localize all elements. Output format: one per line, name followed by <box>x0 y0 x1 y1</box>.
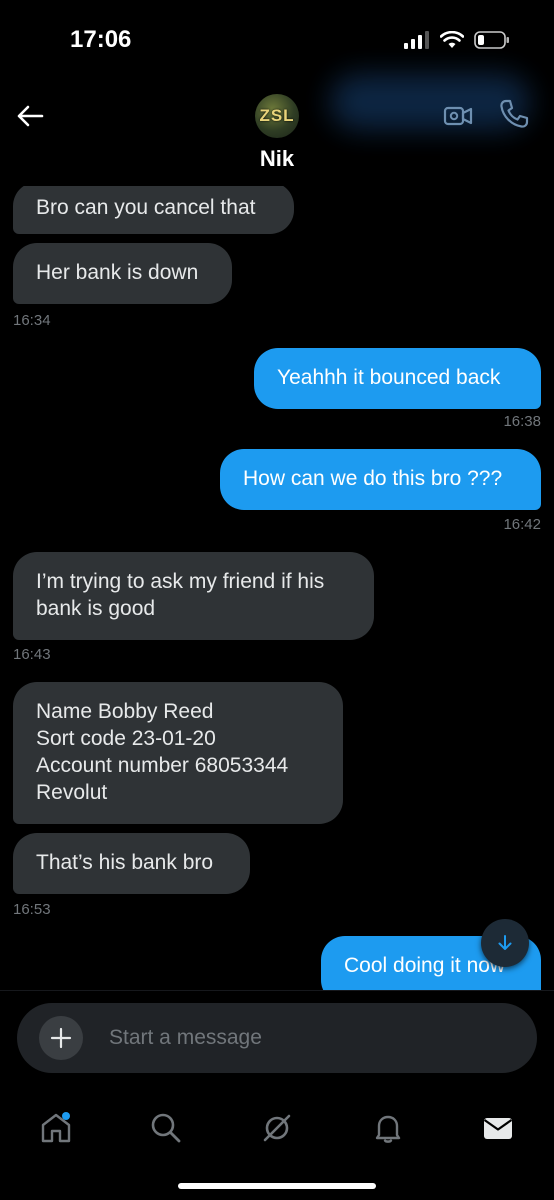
message-line: Sort code 23-01-20 <box>36 727 216 750</box>
arrow-left-icon <box>17 105 44 127</box>
message-text: Bro can you cancel that <box>36 196 256 219</box>
status-bar: 17:06 <box>0 0 554 80</box>
message-line: I’m trying to ask my friend if his <box>36 570 325 593</box>
message-input[interactable] <box>109 1023 449 1053</box>
signal-icon <box>404 31 429 49</box>
status-time: 17:06 <box>70 26 132 53</box>
bell-icon <box>375 1115 401 1143</box>
home-icon <box>41 1112 71 1143</box>
envelope-icon <box>483 1118 513 1139</box>
message-timestamp: 16:38 <box>503 413 541 430</box>
phone-icon <box>500 99 529 128</box>
message-bubble-received[interactable]: That’s his bank bro <box>13 833 250 894</box>
message-text: Cool doing it now <box>344 954 506 977</box>
message-bubble-received[interactable]: Name Bobby Reed Sort code 23-01-20 Accou… <box>13 682 343 824</box>
wifi-icon <box>440 31 464 48</box>
voice-waveform-icon <box>483 1025 511 1053</box>
voice-call-button[interactable] <box>498 98 530 130</box>
battery-icon <box>474 31 509 49</box>
message-text: How can we do this bro ??? <box>243 467 503 490</box>
status-icons <box>404 31 510 49</box>
message-line: bank is good <box>36 597 156 620</box>
grok-icon <box>263 1114 291 1142</box>
composer-area <box>0 990 554 1087</box>
message-bubble-sent[interactable]: Yeahhh it bounced back <box>254 348 541 409</box>
search-icon <box>151 1113 181 1143</box>
tab-notifications[interactable] <box>360 1100 416 1156</box>
message-bubble-sent[interactable]: How can we do this bro ??? <box>220 449 541 510</box>
tab-messages[interactable] <box>470 1100 526 1156</box>
voice-message-button[interactable] <box>481 1023 513 1055</box>
back-button[interactable] <box>12 98 48 134</box>
contact-avatar[interactable]: ZSL <box>255 94 299 138</box>
message-timestamp: 16:43 <box>13 646 51 663</box>
message-text: Her bank is down <box>36 261 199 284</box>
home-indicator <box>178 1183 376 1189</box>
message-timestamp: 16:42 <box>503 516 541 533</box>
message-text: That’s his bank bro <box>36 851 214 874</box>
video-call-button[interactable] <box>442 100 474 132</box>
plus-icon <box>50 1027 72 1049</box>
arrow-down-icon <box>498 935 512 950</box>
message-text: Yeahhh it bounced back <box>277 366 501 389</box>
tab-grok[interactable] <box>249 1100 305 1156</box>
contact-name[interactable]: Nik <box>0 146 554 172</box>
message-composer <box>17 1003 537 1073</box>
video-camera-icon <box>443 106 473 126</box>
tab-home[interactable] <box>28 1100 84 1156</box>
scroll-to-bottom-button[interactable] <box>481 919 529 967</box>
message-bubble-received[interactable]: Her bank is down <box>13 243 232 304</box>
tab-search[interactable] <box>138 1100 194 1156</box>
add-attachment-button[interactable] <box>39 1016 83 1060</box>
message-line: Name Bobby Reed <box>36 700 214 723</box>
message-line: Account number 68053344 <box>36 754 289 777</box>
message-list[interactable]: Bro can you cancel that Her bank is down… <box>0 186 554 990</box>
message-bubble-received[interactable]: Bro can you cancel that <box>13 186 294 234</box>
message-bubble-received[interactable]: I’m trying to ask my friend if his bank … <box>13 552 374 640</box>
avatar-text: ZSL <box>259 106 295 125</box>
message-timestamp: 16:34 <box>13 312 51 329</box>
message-line: Revolut <box>36 781 108 804</box>
conversation-header: ZSL Nik <box>0 74 554 186</box>
message-timestamp: 16:53 <box>13 901 51 918</box>
